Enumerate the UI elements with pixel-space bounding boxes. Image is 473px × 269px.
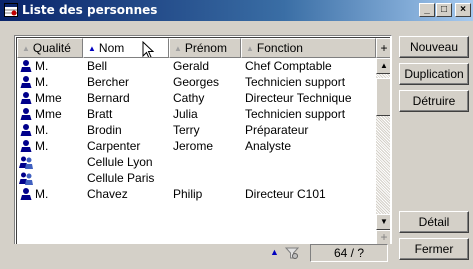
cell-qualite: Mme (35, 107, 62, 121)
table-row[interactable]: Mme Bratt Julia Technicien support (17, 106, 377, 122)
sort-triangle-icon: ▲ (246, 44, 254, 53)
table-row[interactable]: M. Brodin Terry Préparateur (17, 122, 377, 138)
person-icon (20, 124, 32, 136)
table-row[interactable]: Cellule Lyon (17, 154, 377, 170)
cell-qualite: M. (35, 75, 49, 89)
add-column-button[interactable]: + (376, 38, 390, 58)
maximize-button[interactable]: □ (436, 3, 452, 17)
cell-nom: Carpenter (87, 139, 141, 153)
table-app-icon (4, 3, 18, 17)
person-icon (20, 76, 32, 88)
vertical-scrollbar[interactable]: ▲ ▼ (376, 58, 390, 230)
cell-nom: Cellule Lyon (87, 155, 153, 169)
cell-fonction (245, 154, 375, 170)
cell-qualite: Mme (35, 91, 62, 105)
person-icon (20, 188, 32, 200)
cell-fonction: Préparateur (245, 123, 309, 137)
status-bar: ▲ 64 / ? (14, 244, 392, 263)
person-icon (20, 108, 32, 120)
person-icon (20, 60, 32, 72)
cell-qualite (35, 154, 81, 170)
person-icon (20, 92, 32, 104)
cell-nom: Chavez (87, 187, 128, 201)
table-row[interactable]: M. Bell Gerald Chef Comptable (17, 58, 377, 74)
record-count: 64 / ? (310, 244, 388, 262)
cell-fonction: Chef Comptable (245, 59, 332, 73)
cell-prenom: Cathy (173, 91, 205, 105)
minimize-button[interactable]: _ (419, 3, 435, 17)
column-header-fonction[interactable]: ▲ Fonction (241, 38, 376, 58)
cell-qualite (35, 170, 81, 186)
scroll-down-icon[interactable]: ▼ (376, 214, 390, 230)
cell-qualite: M. (35, 139, 49, 153)
cell-nom: Bratt (87, 107, 113, 121)
cell-qualite: M. (35, 187, 49, 201)
mouse-cursor-icon (142, 41, 154, 57)
cell-fonction (245, 170, 375, 186)
cell-nom: Cellule Paris (87, 171, 155, 185)
column-header-nom[interactable]: ▲ Nom (83, 38, 169, 58)
table-row[interactable]: M. Bercher Georges Technicien support (17, 74, 377, 90)
close-button[interactable]: × (455, 3, 471, 17)
cell-prenom: Julia (173, 107, 198, 121)
sort-ascending-icon: ▲ (88, 44, 96, 53)
cell-fonction: Directeur Technique (245, 91, 352, 105)
table-row[interactable]: M. Carpenter Jerome Analyste (17, 138, 377, 154)
cell-fonction: Analyste (245, 139, 292, 153)
sort-order-icon[interactable]: ▲ (270, 247, 279, 257)
persons-grid[interactable]: ▲ Qualité ▲ Nom ▲ Prénom ▲ Fonction + M. Bell… (14, 35, 392, 263)
cell-prenom: Gerald (173, 59, 210, 73)
column-header-prenom[interactable]: ▲ Prénom (169, 38, 241, 58)
close-window-button[interactable]: Fermer (399, 238, 469, 260)
cell-fonction: Technicien support (245, 107, 346, 121)
cell-prenom (173, 170, 241, 186)
cell-prenom (173, 154, 241, 170)
add-row-icon[interactable]: + (376, 230, 390, 245)
scroll-up-icon[interactable]: ▲ (376, 58, 390, 74)
cell-qualite: M. (35, 59, 49, 73)
cell-nom: Brodin (87, 123, 122, 137)
cell-prenom: Jerome (173, 139, 214, 153)
person-icon (20, 140, 32, 152)
window-title: Liste des personnes (22, 3, 158, 17)
filter-icon[interactable] (284, 246, 300, 260)
cell-fonction: Technicien support (245, 75, 346, 89)
cell-prenom: Georges (173, 75, 220, 89)
new-button[interactable]: Nouveau (399, 36, 469, 58)
table-row[interactable]: M. Chavez Philip Directeur C101 (17, 186, 377, 202)
table-row[interactable]: Cellule Paris (17, 170, 377, 186)
scroll-thumb[interactable] (376, 78, 390, 116)
cell-fonction: Directeur C101 (245, 187, 326, 201)
cell-nom: Bercher (87, 75, 130, 89)
column-header-qualite[interactable]: ▲ Qualité (17, 38, 83, 58)
list-window: Liste des personnes _ □ × ▲ Qualité ▲ Nom … (0, 0, 473, 269)
table-row[interactable]: Mme Bernard Cathy Directeur Technique (17, 90, 377, 106)
sort-triangle-icon: ▲ (22, 44, 30, 53)
cell-qualite: M. (35, 123, 49, 137)
cell-nom: Bell (87, 59, 108, 73)
duplicate-button[interactable]: Duplication (399, 63, 469, 85)
cell-prenom: Philip (173, 187, 203, 201)
title-bar[interactable]: Liste des personnes _ □ × (0, 0, 473, 21)
cell-prenom: Terry (173, 123, 200, 137)
cell-nom: Bernard (87, 91, 130, 105)
detail-button[interactable]: Détail (399, 211, 469, 233)
delete-button[interactable]: Détruire (399, 90, 469, 112)
group-icon (19, 156, 33, 169)
sort-triangle-icon: ▲ (174, 44, 182, 53)
group-icon (19, 172, 33, 185)
